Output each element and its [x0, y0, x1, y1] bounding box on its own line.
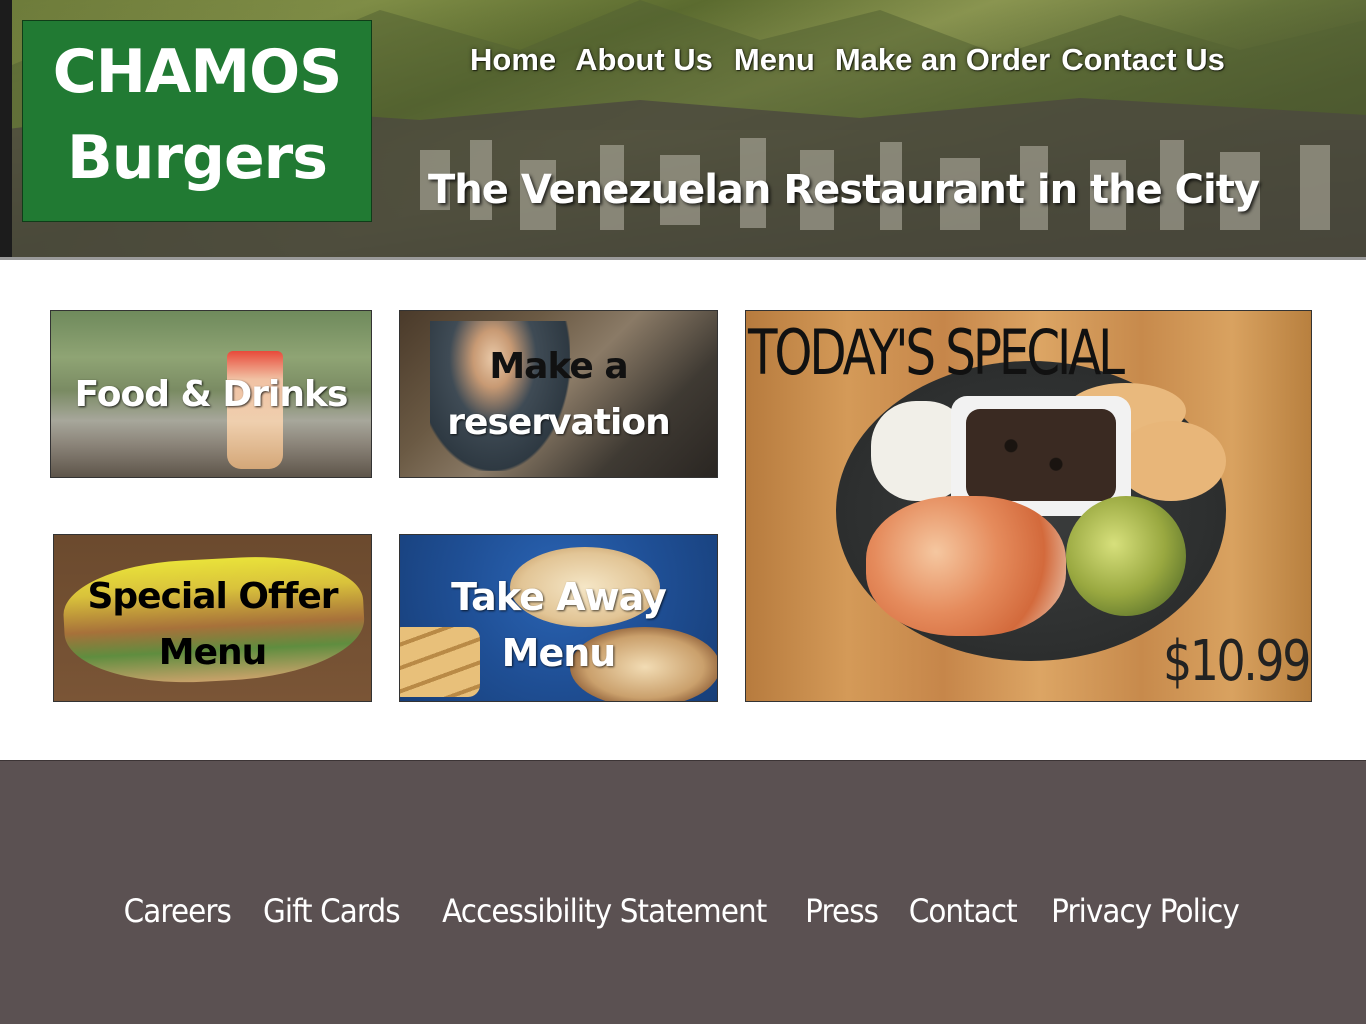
brand-line-1: CHAMOS [52, 37, 343, 107]
footer-link-contact[interactable]: Contact [908, 891, 1017, 931]
tile-special-offer-line-2: Menu [158, 632, 268, 673]
site-footer: Careers Gift Cards Accessibility Stateme… [0, 760, 1366, 1024]
main-nav: Home About Us Menu Make an Order Contact… [470, 40, 1225, 80]
footer-link-accessibility-statement[interactable]: Accessibility Statement [442, 891, 767, 931]
tile-reservation-label: Make a reservation [400, 339, 717, 451]
footer-link-careers[interactable]: Careers [123, 891, 231, 931]
footer-link-privacy-policy[interactable]: Privacy Policy [1051, 891, 1240, 931]
tile-take-away-line-1: Take Away [451, 575, 667, 619]
avocado-image [1066, 496, 1186, 616]
black-beans-image [966, 409, 1116, 501]
tile-take-away-menu[interactable]: Take Away Menu [399, 534, 718, 702]
nav-make-an-order[interactable]: Make an Order [835, 40, 1050, 80]
tagline: The Venezuelan Restaurant in the City [428, 167, 1260, 213]
nav-about-us[interactable]: About Us [575, 40, 713, 80]
perico-eggs-image [866, 496, 1066, 636]
arepa-image-2 [1116, 421, 1226, 501]
footer-link-gift-cards[interactable]: Gift Cards [263, 891, 401, 931]
tile-reservation-line-2: reservation [447, 402, 670, 443]
left-dark-border [0, 0, 12, 260]
brand-logo[interactable]: CHAMOS Burgers [22, 20, 372, 222]
brand-line-2: Burgers [67, 123, 328, 193]
tile-food-drinks[interactable]: Food & Drinks [50, 310, 372, 478]
nav-contact-us[interactable]: Contact Us [1061, 40, 1225, 80]
tile-make-reservation[interactable]: Make a reservation [399, 310, 718, 478]
tile-take-away-label: Take Away Menu [400, 569, 717, 681]
tile-food-drinks-label: Food & Drinks [74, 374, 349, 415]
footer-links: Careers Gift Cards Accessibility Stateme… [0, 891, 1366, 931]
nav-menu[interactable]: Menu [734, 40, 815, 80]
header-divider [0, 257, 1366, 260]
tile-take-away-line-2: Menu [501, 631, 617, 675]
site-header: CHAMOS Burgers Home About Us Menu Make a… [0, 0, 1366, 260]
tile-special-offer-label: Special Offer Menu [54, 569, 371, 681]
tile-special-offer-line-1: Special Offer [87, 576, 338, 617]
nav-home[interactable]: Home [470, 40, 556, 80]
tile-reservation-line-1: Make a [489, 346, 628, 387]
todays-special-banner[interactable]: TODAY'S SPECIAL $10.99 [745, 310, 1312, 702]
footer-link-press[interactable]: Press [806, 891, 880, 931]
todays-special-title: TODAY'S SPECIAL [748, 316, 1125, 389]
todays-special-price: $10.99 [1163, 629, 1311, 694]
tile-special-offer-menu[interactable]: Special Offer Menu [53, 534, 372, 702]
